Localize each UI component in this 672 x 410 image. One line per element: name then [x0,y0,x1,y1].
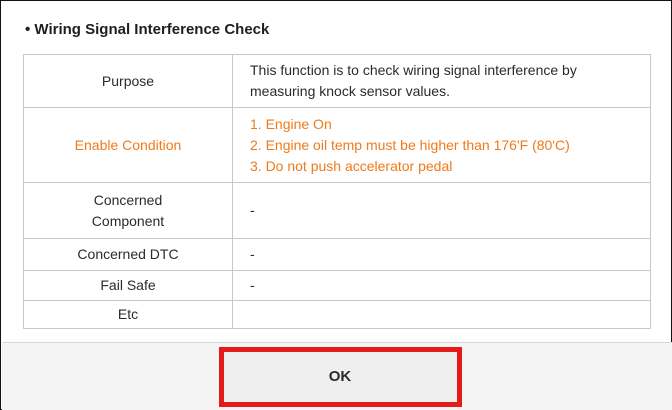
table-row: Concerned DTC - [23,238,651,271]
etc-label: Etc [23,300,233,329]
table-row: Purpose This function is to check wiring… [23,54,651,108]
purpose-value-line: This function is to check wiring signal … [250,62,577,78]
purpose-label: Purpose [23,54,233,108]
interference-check-dialog: • Wiring Signal Interference Check Purpo… [0,0,672,410]
dialog-title: • Wiring Signal Interference Check [25,21,270,38]
table-row: Fail Safe - [23,270,651,301]
dialog-footer: OK [2,342,672,410]
table-row: Enable Condition 1. Engine On 2. Engine … [23,107,651,183]
table-row: Concerned Component - [23,182,651,239]
concerned-component-value: - [232,182,651,239]
info-table: Purpose This function is to check wiring… [23,54,651,329]
table-row: Etc [23,300,651,329]
ok-button[interactable]: OK [220,348,460,405]
concerned-dtc-value: - [232,238,651,271]
enable-condition-line: 2. Engine oil temp must be higher than 1… [250,136,570,153]
purpose-value: This function is to check wiring signal … [232,54,651,108]
fail-safe-label: Fail Safe [23,270,233,301]
enable-condition-line: 1. Engine On [250,115,332,132]
purpose-value-line: measuring knock sensor values. [250,83,450,99]
concerned-component-label-line: Component [91,212,165,229]
enable-condition-value: 1. Engine On 2. Engine oil temp must be … [232,107,651,183]
concerned-dtc-label: Concerned DTC [23,238,233,271]
enable-condition-label: Enable Condition [23,107,233,183]
fail-safe-value: - [232,270,651,301]
concerned-component-label: Concerned Component [23,182,233,239]
concerned-component-label-line: Concerned [93,191,163,208]
etc-value [232,300,651,329]
enable-condition-line: 3. Do not push accelerator pedal [250,157,453,174]
